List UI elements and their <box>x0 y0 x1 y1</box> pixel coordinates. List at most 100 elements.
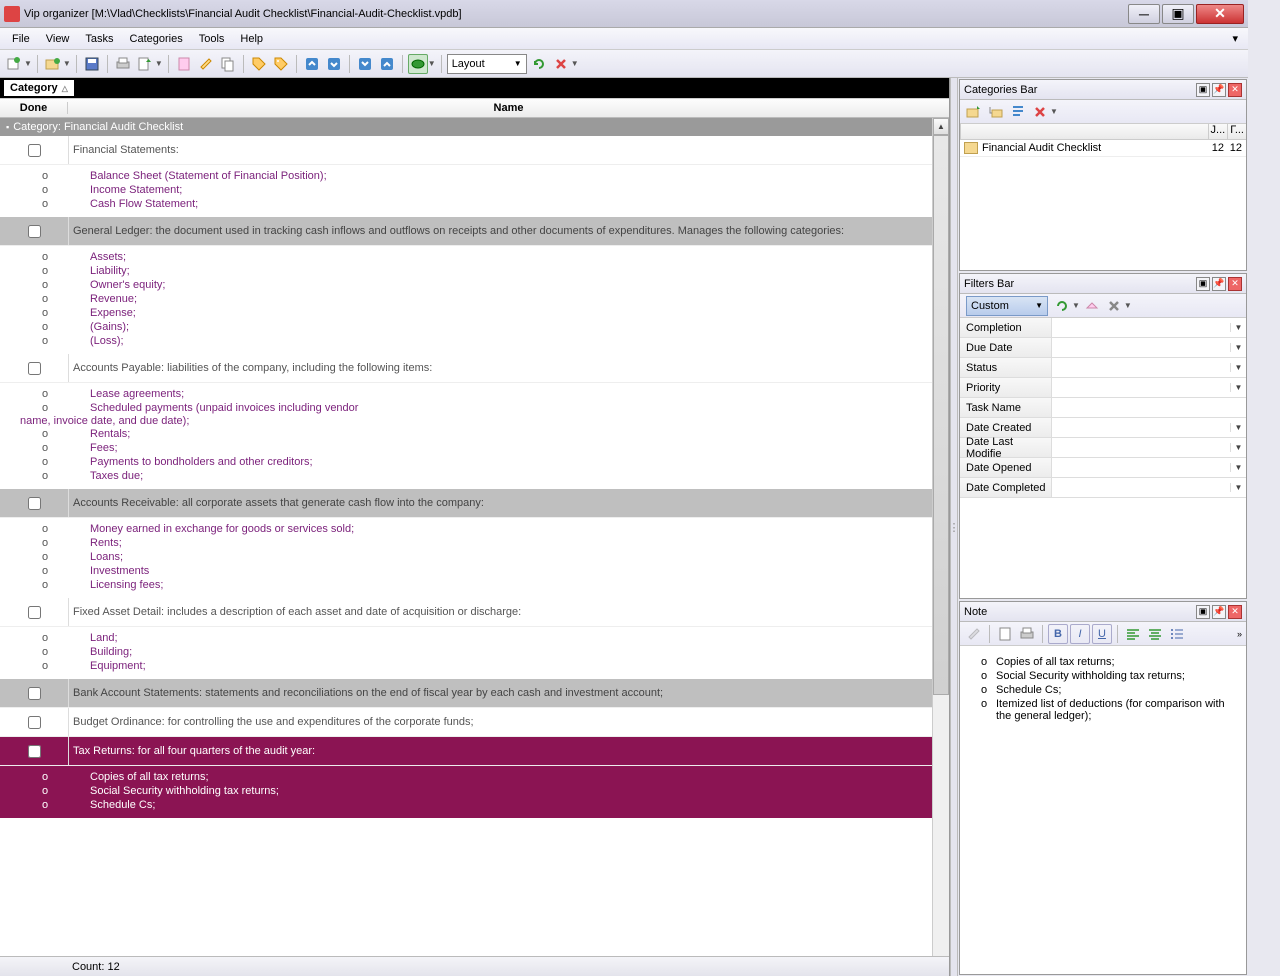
vertical-splitter[interactable] <box>950 78 958 976</box>
task-checkbox[interactable] <box>28 362 41 375</box>
group-row[interactable]: ▪Category: Financial Audit Checklist <box>0 118 932 136</box>
panel-restore-icon[interactable]: ▣ <box>1196 277 1210 291</box>
task-checkbox[interactable] <box>28 687 41 700</box>
filter-dropdown-icon[interactable]: ▼ <box>1230 463 1246 472</box>
export-icon[interactable] <box>135 54 155 74</box>
filter-apply-dropdown[interactable]: ▼ <box>1072 301 1080 310</box>
task-checkbox[interactable] <box>28 606 41 619</box>
delete-icon[interactable] <box>551 54 571 74</box>
menu-help[interactable]: Help <box>232 30 271 48</box>
close-button[interactable]: ✕ <box>1196 4 1244 24</box>
collapse-icon[interactable]: ▪ <box>6 122 9 132</box>
task-checkbox[interactable] <box>28 716 41 729</box>
panel-pin-icon[interactable]: 📌 <box>1212 605 1226 619</box>
note-content[interactable]: oCopies of all tax returns;oSocial Secur… <box>960 646 1246 974</box>
expand-icon[interactable] <box>324 54 344 74</box>
task-row[interactable]: Budget Ordinance: for controlling the us… <box>0 708 932 737</box>
cat-delete-icon[interactable] <box>1030 102 1050 122</box>
new-task-icon[interactable] <box>4 54 24 74</box>
note-print-icon[interactable] <box>1017 624 1037 644</box>
task-row[interactable]: Accounts Receivable: all corporate asset… <box>0 489 932 518</box>
layout-selector[interactable]: Layout▼ <box>447 54 527 74</box>
menu-overflow[interactable]: ▾ <box>1226 32 1244 45</box>
scroll-up-icon[interactable]: ▲ <box>933 118 949 135</box>
note-edit-icon[interactable] <box>964 624 984 644</box>
move-up-icon[interactable] <box>377 54 397 74</box>
list-icon[interactable] <box>1167 624 1187 644</box>
new-category-dropdown[interactable]: ▼ <box>63 59 71 68</box>
filter-delete-dropdown[interactable]: ▼ <box>1124 301 1132 310</box>
task-checkbox[interactable] <box>28 225 41 238</box>
task-row[interactable]: Financial Statements: <box>0 136 932 165</box>
column-name[interactable]: Name <box>68 102 949 114</box>
panel-close-icon[interactable]: ✕ <box>1228 83 1242 97</box>
save-icon[interactable] <box>82 54 102 74</box>
task-checkbox[interactable] <box>28 745 41 758</box>
filter-preset-selector[interactable]: Custom▼ <box>966 296 1048 316</box>
filter-dropdown-icon[interactable]: ▼ <box>1230 443 1246 452</box>
maximize-button[interactable]: ▣ <box>1162 4 1194 24</box>
note-overflow-icon[interactable]: » <box>1237 629 1242 639</box>
tag2-icon[interactable] <box>271 54 291 74</box>
refresh-icon[interactable] <box>529 54 549 74</box>
filter-dropdown-icon[interactable]: ▼ <box>1230 383 1246 392</box>
filter-dropdown-icon[interactable]: ▼ <box>1230 343 1246 352</box>
new-category-icon[interactable] <box>43 54 63 74</box>
category-item[interactable]: Financial Audit Checklist 12 12 <box>960 140 1246 157</box>
column-done[interactable]: Done <box>0 102 68 114</box>
task-row[interactable]: Fixed Asset Detail: includes a descripti… <box>0 598 932 627</box>
cat-delete-dropdown[interactable]: ▼ <box>1050 107 1058 116</box>
export-dropdown[interactable]: ▼ <box>155 59 163 68</box>
filter-clear-icon[interactable] <box>1082 296 1102 316</box>
underline-icon[interactable]: U <box>1092 624 1112 644</box>
grid-scrollbar[interactable]: ▲ <box>932 118 949 956</box>
panel-close-icon[interactable]: ✕ <box>1228 605 1242 619</box>
task-row[interactable]: General Ledger: the document used in tra… <box>0 217 932 246</box>
task-checkbox[interactable] <box>28 144 41 157</box>
filter-dropdown-icon[interactable]: ▼ <box>1230 363 1246 372</box>
task-row[interactable]: Accounts Payable: liabilities of the com… <box>0 354 932 383</box>
copy-icon[interactable] <box>218 54 238 74</box>
filter-dropdown-icon[interactable]: ▼ <box>1230 483 1246 492</box>
panel-pin-icon[interactable]: 📌 <box>1212 277 1226 291</box>
bold-icon[interactable]: B <box>1048 624 1068 644</box>
edit-icon[interactable] <box>196 54 216 74</box>
task-name: Bank Account Statements: statements and … <box>68 679 932 707</box>
menu-tools[interactable]: Tools <box>191 30 233 48</box>
menu-file[interactable]: File <box>4 30 38 48</box>
filter-delete-icon[interactable] <box>1104 296 1124 316</box>
panel-pin-icon[interactable]: 📌 <box>1212 83 1226 97</box>
category-sort-tab[interactable]: Category△ <box>4 80 74 96</box>
collapse-icon[interactable] <box>302 54 322 74</box>
move-down-icon[interactable] <box>355 54 375 74</box>
task-row[interactable]: Bank Account Statements: statements and … <box>0 679 932 708</box>
print-icon[interactable] <box>113 54 133 74</box>
filter-icon[interactable] <box>408 54 428 74</box>
align-center-icon[interactable] <box>1145 624 1165 644</box>
align-left-icon[interactable] <box>1123 624 1143 644</box>
new-task-dropdown[interactable]: ▼ <box>24 59 32 68</box>
cat-child-icon[interactable] <box>986 102 1006 122</box>
cat-add-icon[interactable] <box>964 102 984 122</box>
panel-restore-icon[interactable]: ▣ <box>1196 83 1210 97</box>
task-row[interactable]: Tax Returns: for all four quarters of th… <box>0 737 932 766</box>
filter-dropdown[interactable]: ▼ <box>428 59 436 68</box>
filter-dropdown-icon[interactable]: ▼ <box>1230 423 1246 432</box>
delete-dropdown[interactable]: ▼ <box>571 59 579 68</box>
panel-close-icon[interactable]: ✕ <box>1228 277 1242 291</box>
tag-icon[interactable] <box>249 54 269 74</box>
task-checkbox[interactable] <box>28 497 41 510</box>
filter-apply-icon[interactable] <box>1052 296 1072 316</box>
cut-icon[interactable] <box>174 54 194 74</box>
note-page-icon[interactable] <box>995 624 1015 644</box>
cat-edit-icon[interactable] <box>1008 102 1028 122</box>
filter-dropdown-icon[interactable]: ▼ <box>1230 323 1246 332</box>
panel-restore-icon[interactable]: ▣ <box>1196 605 1210 619</box>
italic-icon[interactable]: I <box>1070 624 1090 644</box>
sub-item: oBalance Sheet (Statement of Financial P… <box>0 169 932 183</box>
menu-tasks[interactable]: Tasks <box>77 30 121 48</box>
menu-categories[interactable]: Categories <box>122 30 191 48</box>
minimize-button[interactable]: ─ <box>1128 4 1160 24</box>
menu-view[interactable]: View <box>38 30 78 48</box>
sub-item: oAssets; <box>0 250 932 264</box>
